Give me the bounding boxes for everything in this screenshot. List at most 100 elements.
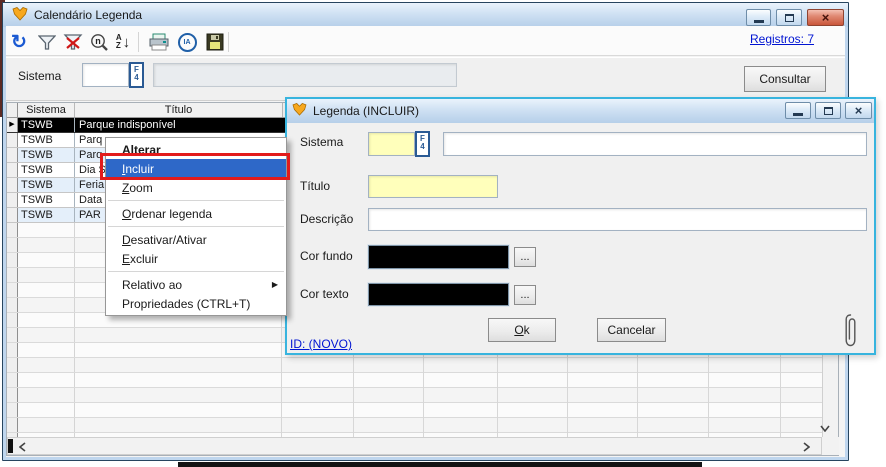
row-indicator: [7, 328, 18, 342]
id-novo-link[interactable]: ID: (NOVO): [290, 337, 352, 351]
registros-link[interactable]: Registros: 7: [732, 32, 832, 46]
context-menu: Alterar Incluir Zoom Ordenar legenda Desativ…: [105, 137, 287, 316]
menu-item-alterar[interactable]: Alterar: [106, 140, 286, 159]
dialog-sistema-input[interactable]: [368, 132, 415, 156]
row-indicator: [7, 358, 18, 372]
dialog-minimize-button[interactable]: [785, 102, 811, 119]
cell-sistema: [18, 253, 75, 267]
row-indicator: [7, 268, 18, 282]
cor-texto-swatch[interactable]: [368, 283, 509, 306]
refresh-icon[interactable]: ↻: [6, 30, 32, 54]
row-indicator: [7, 298, 18, 312]
close-icon: ×: [822, 11, 830, 24]
dialog-sistema-label: Sistema: [300, 135, 343, 149]
clear-filter-icon[interactable]: [60, 30, 86, 54]
window-title: Calendário Legenda: [34, 8, 142, 22]
cell-titulo: [75, 418, 822, 432]
dialog-descricao-input[interactable]: [368, 208, 867, 231]
menu-item-label: Relativo ao: [122, 278, 182, 292]
background-taskbar-edge: [178, 462, 702, 467]
scrollbar-thumb[interactable]: [8, 439, 13, 453]
svg-text:n: n: [95, 36, 101, 46]
cor-texto-picker-button[interactable]: ...: [514, 285, 536, 305]
empty-table-row[interactable]: [7, 358, 822, 373]
menu-item-label: Propriedades (CTRL+T): [122, 297, 250, 311]
empty-table-row[interactable]: [7, 373, 822, 388]
dialog-cor-texto-label: Cor texto: [300, 287, 349, 301]
menu-item-desativar-ativar[interactable]: Desativar/Ativar: [106, 230, 286, 249]
menu-item-label: Alterar: [122, 143, 161, 157]
row-indicator: [7, 388, 18, 402]
row-indicator: [7, 373, 18, 387]
menu-item-label: Desativar/Ativar: [122, 233, 207, 247]
print-icon[interactable]: [146, 30, 172, 54]
dialog-close-button[interactable]: ×: [845, 102, 872, 119]
submenu-arrow-icon: ▶: [272, 281, 278, 289]
row-indicator: [7, 343, 18, 357]
menu-item-zoom[interactable]: Zoom: [106, 178, 286, 197]
dialog-titulo-label: Título: [300, 179, 330, 193]
dialog-maximize-button[interactable]: [815, 102, 841, 119]
menu-item-ordenar-legenda[interactable]: Ordenar legenda: [106, 204, 286, 223]
sort-az-icon[interactable]: AZ ↓: [110, 30, 136, 54]
close-button[interactable]: ×: [807, 9, 844, 26]
menu-item-propriedades-ctrl-t[interactable]: Propriedades (CTRL+T): [106, 294, 286, 313]
grid-header-sistema[interactable]: Sistema: [18, 103, 75, 117]
f4-lookup-button[interactable]: F4: [129, 62, 144, 88]
cell-sistema: [18, 418, 75, 432]
cell-titulo: [75, 358, 822, 372]
row-indicator: [7, 193, 18, 207]
dialog-f4-lookup-button[interactable]: F4: [415, 131, 430, 157]
sistema-description-input[interactable]: [153, 63, 457, 87]
cell-sistema: [18, 388, 75, 402]
empty-table-row[interactable]: [7, 418, 822, 433]
cancelar-button[interactable]: Cancelar: [597, 318, 666, 342]
cell-sistema: [18, 343, 75, 357]
row-indicator: [7, 403, 18, 417]
maximize-button[interactable]: [776, 9, 802, 26]
menu-item-label: Incluir: [122, 162, 154, 176]
cell-titulo: [75, 373, 822, 387]
cell-sistema: [18, 328, 75, 342]
cell-sistema: [18, 298, 75, 312]
cell-sistema: TSWB: [18, 208, 75, 222]
row-indicator: [7, 253, 18, 267]
save-icon[interactable]: [202, 30, 228, 54]
row-indicator: [7, 313, 18, 327]
empty-table-row[interactable]: [7, 388, 822, 403]
consultar-button[interactable]: Consultar: [744, 66, 826, 92]
menu-item-relativo-ao[interactable]: Relativo ao ▶: [106, 275, 286, 294]
menu-item-label: Zoom: [122, 181, 153, 195]
ok-button[interactable]: Ok: [488, 318, 556, 342]
sistema-label: Sistema: [18, 69, 61, 83]
horizontal-scrollbar[interactable]: [7, 437, 822, 455]
empty-table-row[interactable]: [7, 403, 822, 418]
dialog-cor-fundo-label: Cor fundo: [300, 249, 353, 263]
paperclip-icon: [843, 312, 858, 353]
minimize-button[interactable]: [746, 9, 771, 26]
maximize-icon: [824, 107, 833, 115]
row-indicator: [7, 238, 18, 252]
zoom-icon[interactable]: n: [86, 30, 112, 54]
sistema-input[interactable]: [82, 63, 129, 87]
cell-sistema: TSWB: [18, 148, 75, 162]
row-indicator: [7, 283, 18, 297]
minimize-icon: [754, 20, 764, 23]
dialog-titulo-input[interactable]: [368, 175, 498, 198]
dialog-sistema-description-input[interactable]: [443, 132, 867, 156]
menu-item-incluir[interactable]: Incluir: [106, 159, 286, 178]
scroll-left-icon[interactable]: [16, 440, 28, 453]
scroll-down-icon[interactable]: [818, 422, 832, 434]
grid-header-titulo[interactable]: Título: [75, 103, 283, 117]
cor-fundo-picker-button[interactable]: ...: [514, 247, 536, 267]
row-indicator: [7, 133, 18, 147]
close-icon: ×: [855, 104, 863, 117]
toolbar-separator: [138, 32, 139, 52]
cell-sistema: [18, 358, 75, 372]
filter-icon[interactable]: [34, 30, 60, 54]
main-titlebar: Calendário Legenda: [3, 3, 848, 27]
ia-badge-icon[interactable]: IA: [174, 30, 200, 54]
menu-item-excluir[interactable]: Excluir: [106, 249, 286, 268]
cor-fundo-swatch[interactable]: [368, 245, 509, 269]
scroll-right-icon[interactable]: [800, 440, 812, 453]
